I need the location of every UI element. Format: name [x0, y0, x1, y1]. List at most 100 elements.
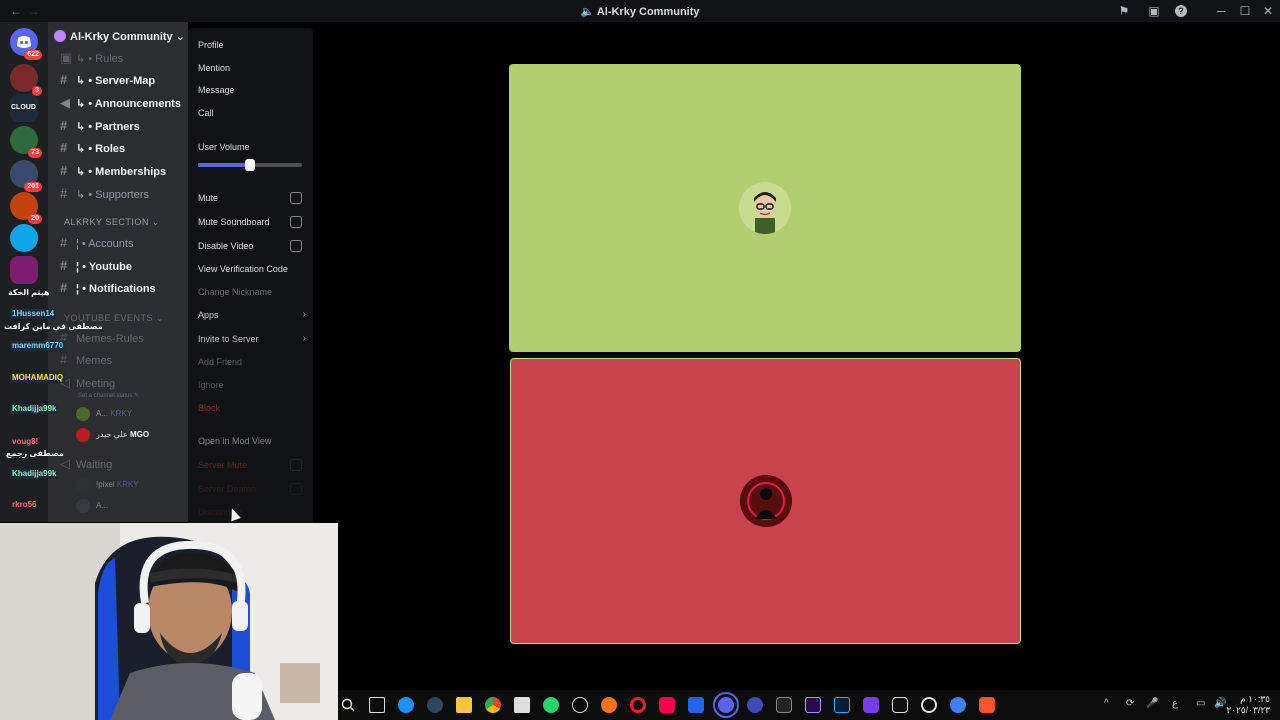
file-explorer-icon[interactable]	[456, 697, 472, 713]
channel-notifications[interactable]: # ¦ • Notifications	[60, 280, 156, 298]
menu-item-profile[interactable]: Profile	[198, 36, 306, 54]
voice-user[interactable]: A... KRKY	[76, 407, 132, 423]
voice-channel-meeting[interactable]: ◁Meeting	[60, 375, 115, 393]
channel-status-hint[interactable]: Set a channel status ✎	[78, 392, 139, 408]
premiere-icon[interactable]	[805, 697, 821, 713]
app-icon[interactable]	[776, 697, 792, 713]
server-icon-6[interactable]: 20	[10, 192, 42, 224]
app-icon[interactable]	[950, 697, 966, 713]
channel-accounts[interactable]: # ¦ • Accounts	[60, 235, 133, 253]
whatsapp-icon[interactable]	[543, 697, 559, 713]
channel-memes[interactable]: # Memes	[60, 352, 112, 370]
server-icon-7[interactable]	[10, 224, 38, 252]
volume-icon[interactable]: 🔊	[1214, 698, 1226, 709]
voice-channel-waiting[interactable]: ◁ Waiting	[60, 456, 112, 474]
server-icon-cloud[interactable]: CLOUD	[10, 94, 38, 122]
network-icon[interactable]: ▭	[1196, 698, 1205, 709]
avatar	[76, 478, 90, 492]
voice-user[interactable]: !pixel KRKY	[76, 478, 139, 494]
menu-item-add-friend[interactable]: Add Friend	[198, 353, 306, 371]
steam-icon[interactable]	[427, 697, 443, 713]
app-icon[interactable]	[688, 697, 704, 713]
category-alkrky-section[interactable]: ALKRKY SECTION ⌄	[64, 217, 160, 228]
channel-roles[interactable]: # ↳ • Roles	[60, 140, 125, 158]
user-volume-slider[interactable]	[198, 159, 302, 171]
sync-icon[interactable]: ⟳	[1126, 698, 1134, 709]
settings-icon[interactable]	[572, 697, 588, 713]
channel-youtube[interactable]: # ¦ • Youtube	[60, 258, 132, 276]
mute-checkbox[interactable]	[290, 192, 302, 204]
menu-item-ignore[interactable]: Ignore	[198, 376, 306, 394]
channel-memberships[interactable]: # ↳ • Memberships	[60, 163, 166, 181]
photoshop-icon[interactable]	[834, 697, 850, 713]
chevron-down-icon: ⌄	[175, 31, 185, 43]
server-mute-checkbox[interactable]	[290, 459, 302, 471]
server-icon-2[interactable]: 3	[10, 64, 42, 96]
menu-item-server-mute[interactable]: Server Mute	[198, 456, 306, 474]
menu-item-disconnect[interactable]: Disconnect	[198, 503, 306, 521]
channel-announcements[interactable]: ◀ ↳ • Announcements	[60, 95, 181, 113]
minimize-icon[interactable]: ─	[1213, 3, 1229, 19]
window-title: 🔈 Al-Krky Community	[580, 6, 700, 18]
system-clock[interactable]: ١٠:٣٥ م ٢٠٢٥/٠٣/٢٣	[1226, 694, 1270, 716]
menu-item-open-in-mod-view[interactable]: Open in Mod View	[198, 432, 306, 450]
tray-overflow-icon[interactable]: ^	[1104, 698, 1109, 709]
screen-icon[interactable]: ▣	[1146, 3, 1162, 19]
channel-server-map[interactable]: # ↳ • Server-Map	[60, 72, 155, 90]
search-icon[interactable]	[340, 697, 356, 713]
server-icon-8[interactable]	[10, 256, 38, 284]
menu-item-mute[interactable]: Mute	[198, 189, 306, 207]
menu-item-server-deafen[interactable]: Server Deafen	[198, 480, 306, 498]
menu-item-message[interactable]: Message	[198, 81, 306, 99]
video-tile-user-2[interactable]	[510, 358, 1021, 644]
overlay-name: هيثم الحكة	[8, 288, 50, 297]
voice-user[interactable]: A...	[76, 499, 108, 515]
hash-icon: #	[60, 258, 68, 273]
help-icon[interactable]: ?	[1175, 5, 1187, 17]
chrome-icon[interactable]	[485, 697, 501, 713]
inbox-icon[interactable]: ⚑	[1116, 3, 1132, 19]
maximize-icon[interactable]: ☐	[1237, 3, 1253, 19]
mute-soundboard-checkbox[interactable]	[290, 216, 302, 228]
notepad-icon[interactable]	[514, 697, 530, 713]
hash-icon: #	[60, 352, 68, 367]
voice-user[interactable]: علي حيدر MGO	[76, 428, 149, 444]
obs-icon[interactable]	[921, 697, 937, 713]
app-icon[interactable]	[747, 697, 763, 713]
menu-item-mention[interactable]: Mention	[198, 59, 306, 77]
overlay-name: MOHAMADIQ	[10, 373, 66, 383]
channel-partners[interactable]: # ↳ • Partners	[60, 118, 140, 136]
channel-supporters[interactable]: # ↳ • Supporters	[60, 186, 149, 204]
capcut-icon[interactable]	[892, 697, 908, 713]
menu-item-disable-video[interactable]: Disable Video	[198, 237, 306, 255]
edge-icon[interactable]	[398, 697, 414, 713]
server-deafen-checkbox[interactable]	[290, 483, 302, 495]
disable-video-checkbox[interactable]	[290, 240, 302, 252]
task-view-icon[interactable]	[369, 697, 385, 713]
opera-icon[interactable]	[630, 697, 646, 713]
menu-item-mute-soundboard[interactable]: Mute Soundboard	[198, 213, 306, 231]
menu-item-change-nickname[interactable]: Change Nickname	[198, 283, 306, 301]
channel-rules[interactable]: ▣ ↳ • Rules	[60, 50, 123, 68]
menu-item-call[interactable]: Call	[198, 104, 306, 122]
menu-item-apps[interactable]: Apps ›	[198, 306, 306, 324]
gamepad-icon[interactable]	[863, 697, 879, 713]
server-icon-4[interactable]: 73	[10, 126, 42, 158]
channel-memes-rules[interactable]: # Memes-Rules	[60, 330, 144, 348]
menu-item-invite-to-server[interactable]: Invite to Server ›	[198, 330, 306, 348]
user-context-menu: Profile Mention Message Call User Volume…	[188, 28, 313, 524]
tiktok-icon[interactable]	[659, 697, 675, 713]
language-indicator[interactable]: ع	[1172, 698, 1178, 709]
app-icon[interactable]	[601, 697, 617, 713]
guild-header[interactable]: Al-Krky Community ⌄	[54, 30, 185, 46]
close-icon[interactable]: ✕	[1260, 3, 1276, 19]
server-home[interactable]: 622	[10, 28, 42, 60]
microphone-icon[interactable]: 🎤	[1146, 698, 1158, 709]
slider-handle[interactable]	[245, 159, 255, 171]
discord-icon[interactable]	[713, 692, 739, 718]
brave-icon[interactable]	[979, 697, 995, 713]
video-tile-user-1[interactable]	[509, 64, 1021, 352]
menu-item-view-verification-code[interactable]: View Verification Code	[198, 260, 306, 278]
server-icon-5[interactable]: 201	[10, 160, 42, 192]
menu-item-block[interactable]: Block	[198, 399, 306, 417]
